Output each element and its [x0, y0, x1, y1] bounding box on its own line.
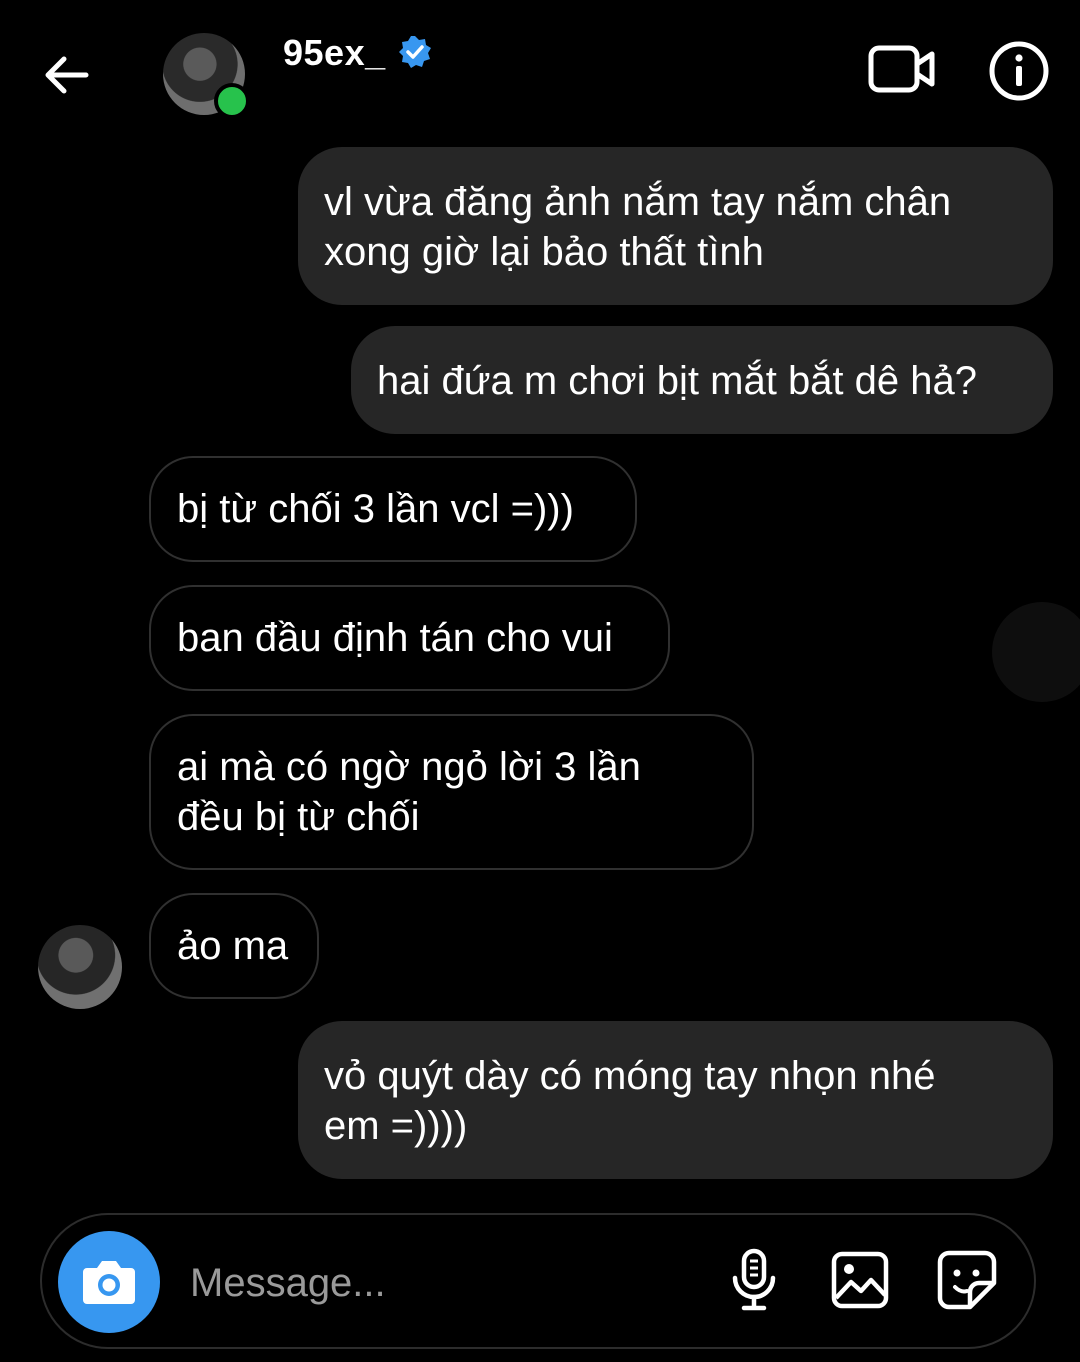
- video-call-button[interactable]: [866, 40, 938, 100]
- message-incoming[interactable]: ảo ma: [149, 893, 319, 999]
- message-outgoing[interactable]: vl vừa đăng ảnh nắm tay nắm chân xong gi…: [298, 147, 1053, 305]
- microphone-button[interactable]: [728, 1248, 780, 1312]
- online-status-dot: [214, 83, 250, 119]
- message-line: ban đầu định tán cho vui: [177, 616, 613, 660]
- message-line: vl vừa đăng ảnh nắm tay nắm chân: [324, 180, 952, 224]
- arrow-left-icon: [45, 56, 89, 94]
- message-line: ai mà có ngờ ngỏ lời 3 lần: [177, 745, 641, 789]
- message-line: ảo ma: [177, 924, 289, 968]
- message-outgoing[interactable]: vỏ quýt dày có móng tay nhọn nhé em =)))…: [298, 1021, 1053, 1179]
- message-line: xong giờ lại bảo thất tình: [324, 230, 764, 274]
- message-input[interactable]: [188, 1252, 692, 1314]
- message-line: đều bị từ chối: [177, 795, 420, 839]
- message-line: hai đứa m chơi bịt mắt bắt dê hả?: [377, 359, 977, 403]
- sender-avatar[interactable]: [38, 925, 122, 1009]
- microphone-icon: [732, 1248, 776, 1311]
- back-button[interactable]: [38, 48, 94, 104]
- message-outgoing[interactable]: hai đứa m chơi bịt mắt bắt dê hả?: [351, 326, 1053, 434]
- info-button[interactable]: [988, 40, 1050, 102]
- contact-username[interactable]: 95ex_: [283, 32, 386, 74]
- gallery-button[interactable]: [830, 1250, 890, 1310]
- chat-header: 95ex_: [0, 0, 1080, 140]
- sticker-button[interactable]: [936, 1249, 998, 1311]
- camera-icon: [83, 1261, 135, 1304]
- partial-circle-shape: [992, 602, 1080, 702]
- message-incoming[interactable]: bị từ chối 3 lần vcl =))): [149, 456, 637, 562]
- message-incoming[interactable]: ai mà có ngờ ngỏ lời 3 lần đều bị từ chố…: [149, 714, 754, 870]
- video-camera-icon: [868, 45, 935, 93]
- info-icon: [989, 41, 1049, 101]
- message-line: bị từ chối 3 lần vcl =))): [177, 487, 574, 531]
- message-line: vỏ quýt dày có móng tay nhọn nhé: [324, 1054, 936, 1098]
- sticker-icon: [937, 1250, 997, 1310]
- image-gallery-icon: [831, 1251, 889, 1309]
- camera-button[interactable]: [58, 1231, 160, 1333]
- verified-badge-icon: [397, 34, 433, 70]
- message-line: em =)))): [324, 1104, 468, 1148]
- message-incoming[interactable]: ban đầu định tán cho vui: [149, 585, 670, 691]
